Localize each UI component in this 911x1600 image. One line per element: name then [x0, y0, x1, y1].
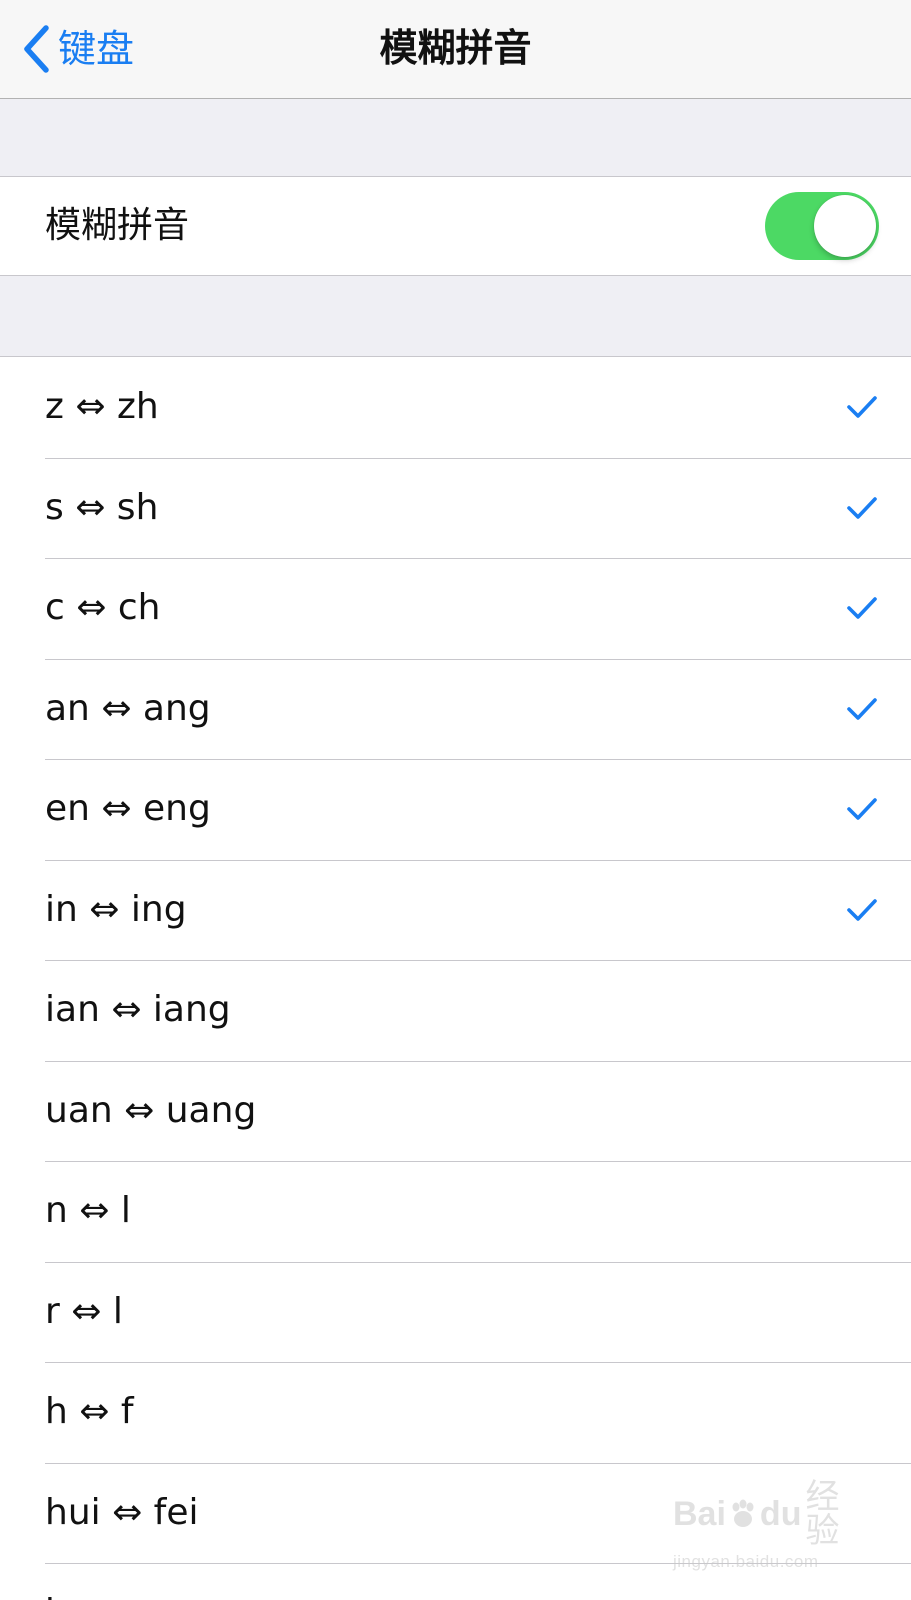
checkmark-icon	[847, 898, 877, 922]
fuzzy-options-list: z ⇔ zh s ⇔ sh c ⇔ ch an ⇔ ang en ⇔ eng in ⇔ i…	[0, 356, 911, 1600]
fuzzy-pinyin-toggle-row: 模糊拼音	[0, 177, 911, 275]
fuzzy-option-label: n ⇔ l	[45, 1190, 131, 1232]
fuzzy-option-label: hui ⇔ fei	[45, 1491, 199, 1533]
page-title: 模糊拼音	[379, 26, 532, 70]
checkmark-icon	[847, 596, 877, 620]
fuzzy-pinyin-toggle[interactable]	[765, 192, 879, 260]
fuzzy-option-label: h	[45, 1595, 68, 1600]
fuzzy-pinyin-toggle-label: 模糊拼音	[45, 205, 190, 246]
fuzzy-option-row[interactable]: s ⇔ sh	[0, 457, 911, 559]
fuzzy-option-label: z ⇔ zh	[45, 386, 159, 428]
fuzzy-option-label: s ⇔ sh	[45, 486, 159, 528]
fuzzy-option-label: ian ⇔ iang	[45, 989, 231, 1031]
fuzzy-option-row[interactable]: z ⇔ zh	[0, 357, 911, 458]
checkmark-icon	[847, 797, 877, 821]
fuzzy-option-row[interactable]: an ⇔ ang	[0, 658, 911, 760]
checkmark-icon	[847, 395, 877, 419]
fuzzy-option-row[interactable]: en ⇔ eng	[0, 759, 911, 860]
fuzzy-option-row[interactable]: r ⇔ l	[0, 1261, 911, 1363]
fuzzy-option-label: an ⇔ ang	[45, 687, 211, 729]
fuzzy-option-label: in ⇔ ing	[45, 888, 187, 930]
navigation-bar: 键盘 模糊拼音	[0, 0, 911, 99]
fuzzy-option-row[interactable]: n ⇔ l	[0, 1161, 911, 1262]
fuzzy-option-row[interactable]: in ⇔ ing	[0, 859, 911, 961]
fuzzy-pinyin-settings-page: 键盘 模糊拼音 模糊拼音 z ⇔ zh s ⇔ sh c ⇔ ch an ⇔ ang e…	[0, 0, 911, 1600]
fuzzy-option-label: h ⇔ f	[45, 1391, 134, 1433]
main-toggle-group: 模糊拼音	[0, 176, 911, 276]
fuzzy-option-row[interactable]: ian ⇔ iang	[0, 960, 911, 1061]
fuzzy-option-row[interactable]: h ⇔ f	[0, 1362, 911, 1463]
fuzzy-option-label: r ⇔ l	[45, 1290, 123, 1332]
fuzzy-option-row[interactable]: c ⇔ ch	[0, 558, 911, 659]
checkmark-icon	[847, 697, 877, 721]
fuzzy-option-label: c ⇔ ch	[45, 587, 161, 629]
fuzzy-option-label: uan ⇔ uang	[45, 1089, 257, 1131]
toggle-knob	[814, 195, 876, 257]
fuzzy-option-row[interactable]: uan ⇔ uang	[0, 1060, 911, 1162]
fuzzy-option-row[interactable]: h	[0, 1563, 911, 1600]
fuzzy-option-row[interactable]: hui ⇔ fei	[0, 1462, 911, 1564]
checkmark-icon	[847, 496, 877, 520]
fuzzy-option-label: en ⇔ eng	[45, 788, 211, 830]
